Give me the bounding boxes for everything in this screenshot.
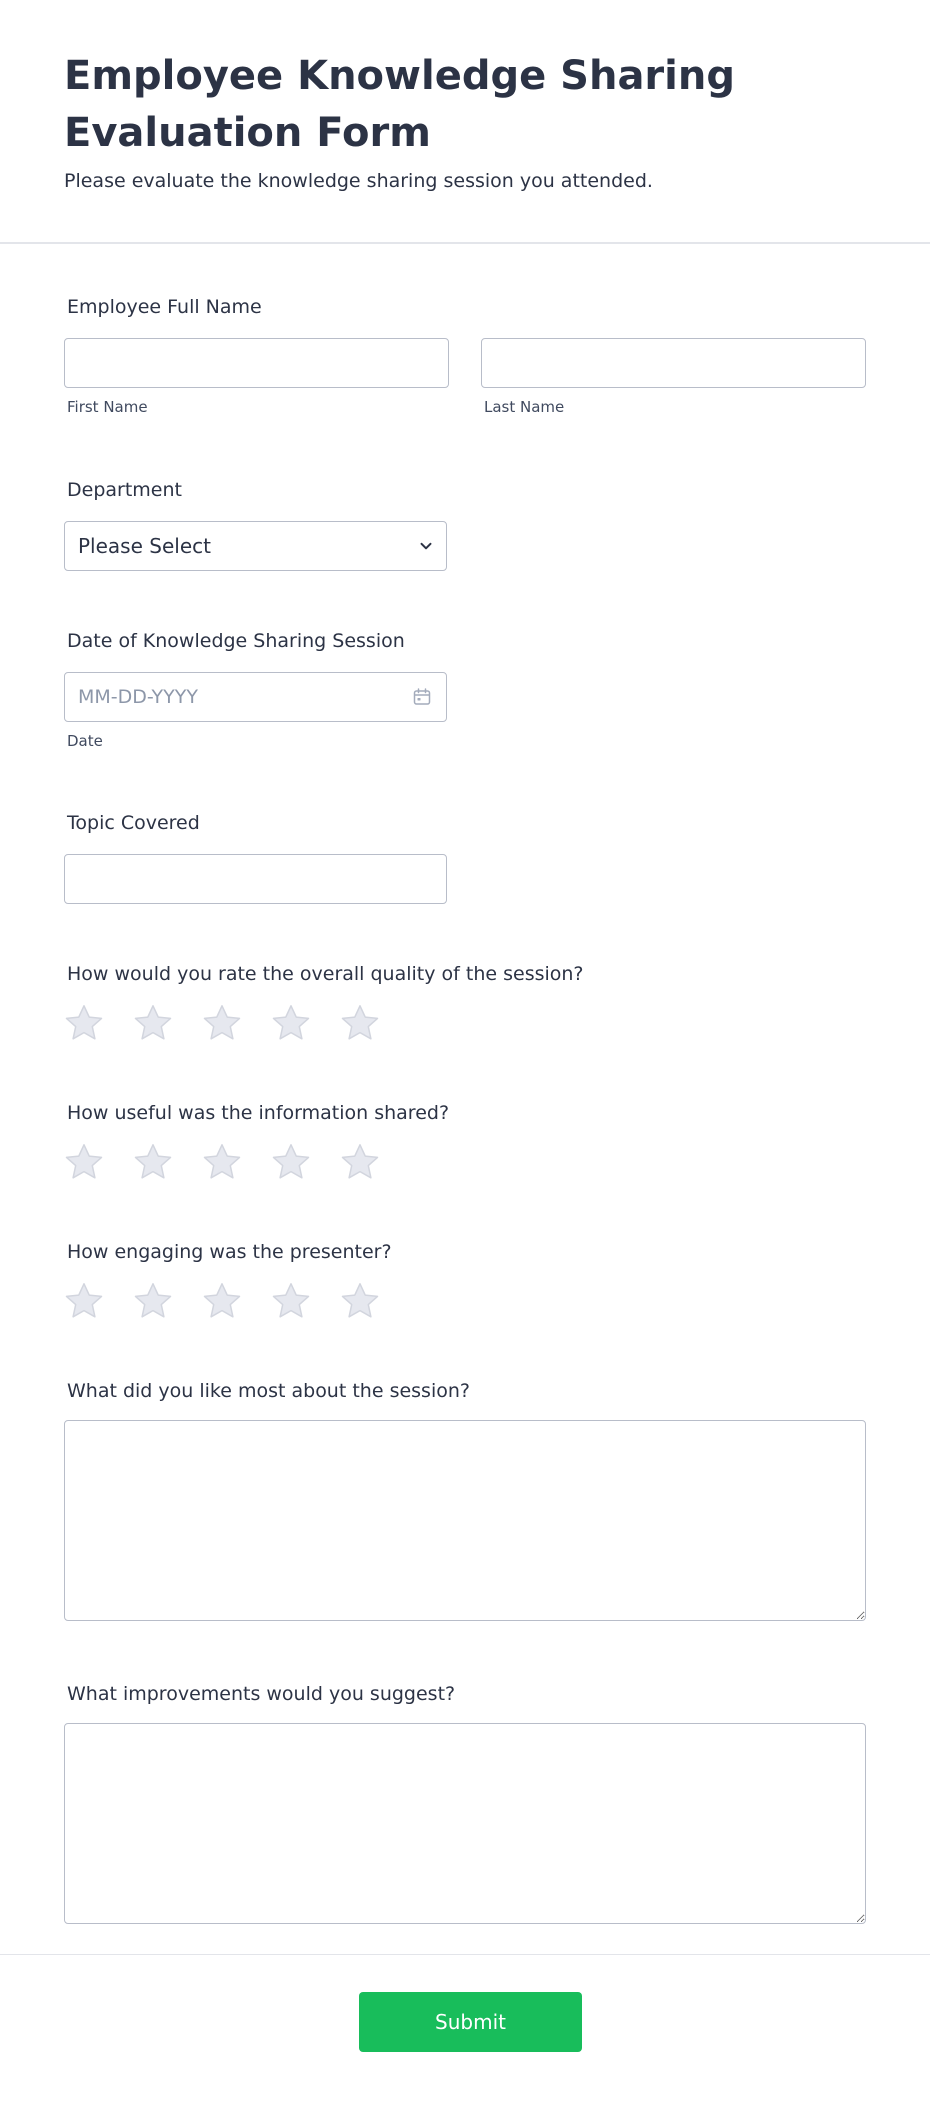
star-icon[interactable]: [271, 1281, 311, 1321]
first-name-col: First Name: [64, 338, 449, 416]
star-icon[interactable]: [133, 1281, 173, 1321]
form-header: Employee Knowledge Sharing Evaluation Fo…: [0, 0, 930, 244]
star-icon[interactable]: [340, 1142, 380, 1182]
rating-usefulness-label: How useful was the information shared?: [67, 1102, 450, 1124]
liked-most-textarea[interactable]: [64, 1420, 866, 1621]
liked-most-field: What did you like most about the session…: [64, 1378, 866, 1621]
topic-field: Topic Covered: [64, 810, 866, 904]
topic-input[interactable]: [64, 854, 447, 904]
star-icon[interactable]: [64, 1281, 104, 1321]
last-name-col: Last Name: [481, 338, 866, 416]
star-icon[interactable]: [202, 1281, 242, 1321]
first-name-input[interactable]: [64, 338, 449, 388]
star-icon[interactable]: [202, 1142, 242, 1182]
last-name-input[interactable]: [481, 338, 866, 388]
department-select[interactable]: Please Select: [64, 521, 447, 571]
session-date-field: Date of Knowledge Sharing Session Date: [64, 628, 866, 750]
full-name-row: First Name Last Name: [64, 338, 866, 416]
session-date-sublabel: Date: [67, 732, 103, 750]
session-date-box: [64, 672, 447, 722]
star-icon[interactable]: [202, 1003, 242, 1043]
session-date-input[interactable]: [65, 674, 412, 720]
star-icon[interactable]: [340, 1281, 380, 1321]
rating-quality-stars: [64, 1003, 866, 1043]
rating-quality-field: How would you rate the overall quality o…: [64, 961, 866, 1043]
star-icon[interactable]: [133, 1003, 173, 1043]
calendar-icon[interactable]: [412, 687, 432, 707]
star-icon[interactable]: [340, 1003, 380, 1043]
rating-presenter-field: How engaging was the presenter?: [64, 1239, 866, 1321]
session-date-label: Date of Knowledge Sharing Session: [67, 630, 405, 652]
form-footer: Submit: [0, 1954, 930, 2102]
first-name-sublabel: First Name: [67, 398, 148, 416]
last-name-sublabel: Last Name: [484, 398, 565, 416]
chevron-down-icon: [420, 542, 432, 550]
topic-label: Topic Covered: [67, 812, 200, 834]
star-icon[interactable]: [64, 1142, 104, 1182]
star-icon[interactable]: [133, 1142, 173, 1182]
rating-presenter-stars: [64, 1281, 866, 1321]
improvements-field: What improvements would you suggest?: [64, 1681, 866, 1924]
department-label: Department: [67, 479, 182, 501]
rating-presenter-label: How engaging was the presenter?: [67, 1241, 392, 1263]
full-name-field: Employee Full Name First Name Last Name: [64, 294, 866, 416]
liked-most-label: What did you like most about the session…: [67, 1380, 470, 1402]
improvements-textarea[interactable]: [64, 1723, 866, 1924]
department-field: Department Please Select: [64, 477, 866, 571]
rating-usefulness-stars: [64, 1142, 866, 1182]
form-subtitle: Please evaluate the knowledge sharing se…: [64, 170, 653, 192]
star-icon[interactable]: [271, 1003, 311, 1043]
submit-button[interactable]: Submit: [359, 1992, 582, 2052]
star-icon[interactable]: [64, 1003, 104, 1043]
department-selected-value: Please Select: [78, 534, 211, 558]
rating-usefulness-field: How useful was the information shared?: [64, 1100, 866, 1182]
improvements-label: What improvements would you suggest?: [67, 1683, 456, 1705]
star-icon[interactable]: [271, 1142, 311, 1182]
full-name-label: Employee Full Name: [67, 296, 262, 318]
form-title: Employee Knowledge Sharing Evaluation Fo…: [64, 53, 735, 156]
rating-quality-label: How would you rate the overall quality o…: [67, 963, 584, 985]
